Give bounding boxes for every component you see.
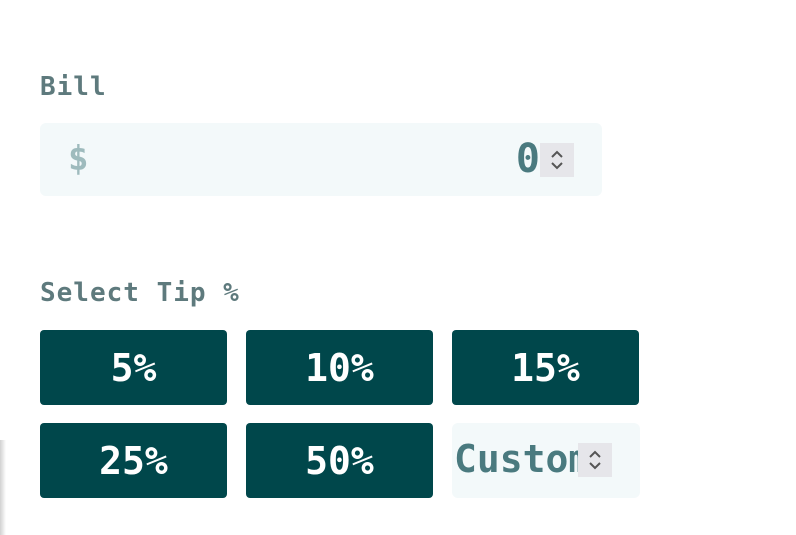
tip-button-50[interactable]: 50% xyxy=(246,423,433,498)
dollar-icon: $ xyxy=(68,139,89,179)
bill-spinner[interactable] xyxy=(540,143,574,177)
spinner-arrows-icon xyxy=(551,150,563,170)
tip-button-25[interactable]: 25% xyxy=(40,423,227,498)
bill-label: Bill xyxy=(40,72,107,102)
tip-button-15[interactable]: 15% xyxy=(452,330,639,405)
spinner-arrows-icon xyxy=(589,450,601,470)
custom-tip-placeholder: Custom xyxy=(454,437,580,481)
bill-value[interactable]: 0 xyxy=(516,136,540,182)
tip-button-10[interactable]: 10% xyxy=(246,330,433,405)
custom-tip-input[interactable]: Custom xyxy=(452,423,640,498)
window-shadow-edge xyxy=(0,440,6,535)
tip-button-5[interactable]: 5% xyxy=(40,330,227,405)
custom-tip-spinner[interactable] xyxy=(578,443,612,477)
select-tip-label: Select Tip % xyxy=(40,278,240,308)
bill-input[interactable]: $ 0 xyxy=(40,123,602,196)
